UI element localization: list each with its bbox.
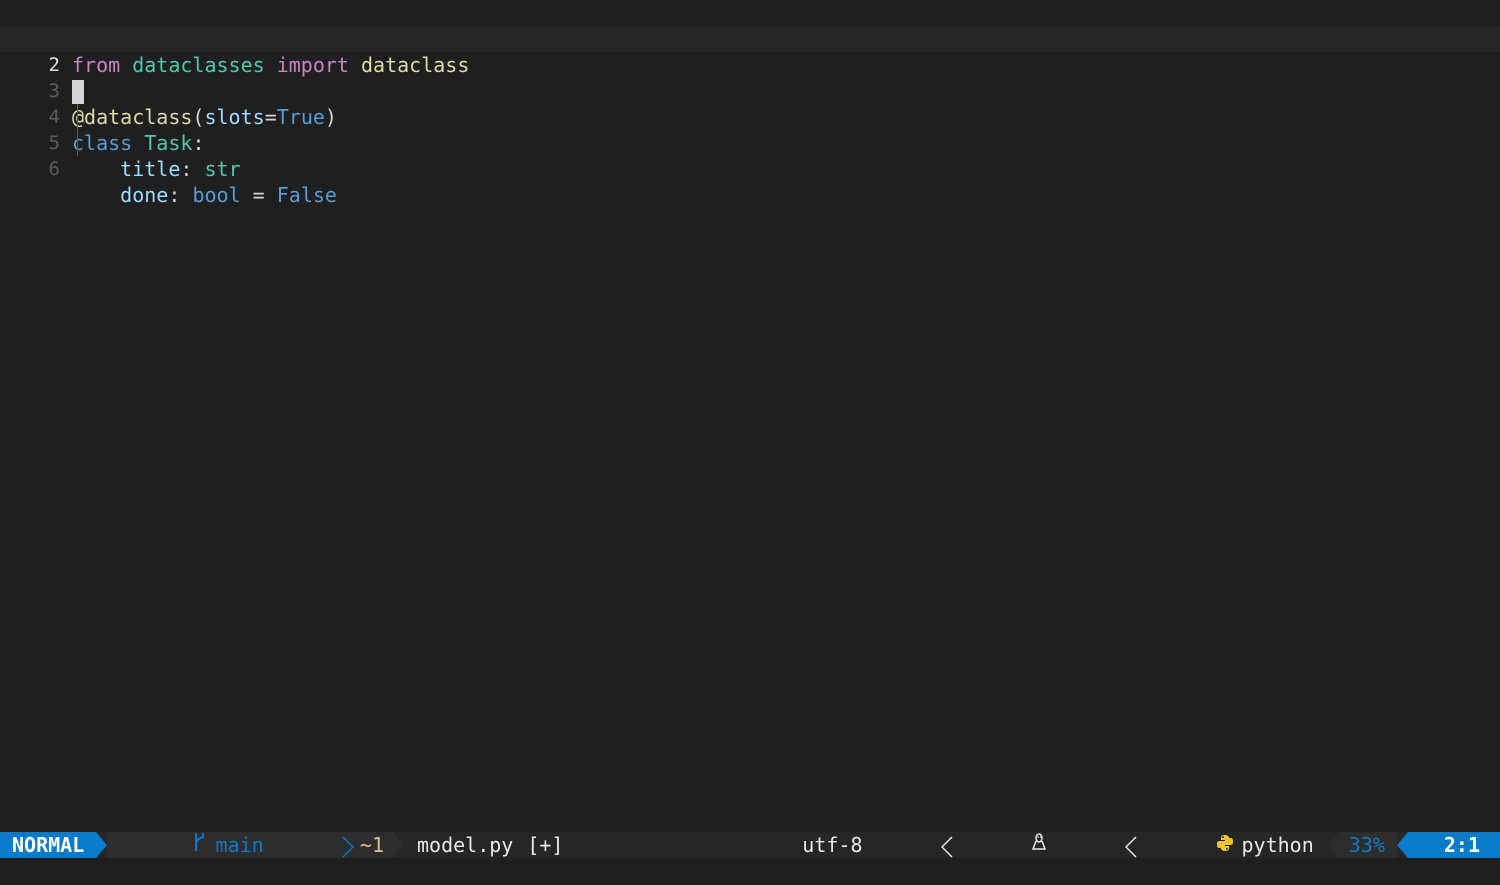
equals: = — [252, 183, 265, 207]
field-name: done — [120, 183, 169, 207]
command-line[interactable] — [0, 858, 1500, 885]
code-line-5[interactable]: 5 title: str — [0, 104, 1500, 181]
field-name: title — [120, 157, 181, 181]
code-line-2[interactable]: 2 — [0, 26, 1500, 104]
editor-pane[interactable]: 1 from dataclasses import dataclass 2 3 … — [0, 0, 1500, 832]
mode-indicator: NORMAL — [0, 832, 97, 858]
cursor-position: 2:1 — [1407, 832, 1500, 858]
colon: : — [180, 157, 193, 181]
colon: : — [168, 183, 181, 207]
branch-name: main — [215, 833, 264, 857]
code-line-6[interactable]: 6 done: bool = False — [0, 130, 1500, 207]
bool-literal: False — [276, 183, 337, 207]
git-segment[interactable]: main ~1 — [107, 832, 393, 858]
file-info-segment: utf-8 python — [802, 832, 1327, 858]
type-annotation: bool — [192, 183, 241, 207]
file-name: model.py — [417, 833, 514, 857]
indent-guide — [77, 104, 78, 156]
code-line-3[interactable]: 3 @dataclass(slots=True) — [0, 52, 1500, 129]
separator-arrow — [96, 832, 108, 858]
code-line-1[interactable]: 1 from dataclasses import dataclass — [0, 0, 1500, 77]
type-annotation: str — [204, 157, 241, 181]
status-line: NORMAL main ~1 model.py [+] utf-8 python… — [0, 832, 1500, 858]
file-type: python — [1241, 833, 1314, 857]
separator-arrow — [392, 832, 404, 858]
line-number: 6 — [48, 158, 60, 180]
encoding: utf-8 — [802, 833, 863, 857]
diff-count: ~1 — [359, 833, 385, 857]
separator-arrow — [1396, 832, 1408, 858]
modified-flag: [+] — [527, 833, 564, 857]
scroll-progress: 33% — [1338, 832, 1397, 858]
separator-arrow — [1327, 832, 1339, 858]
code-line-4[interactable]: 4 class Task: — [0, 78, 1500, 155]
